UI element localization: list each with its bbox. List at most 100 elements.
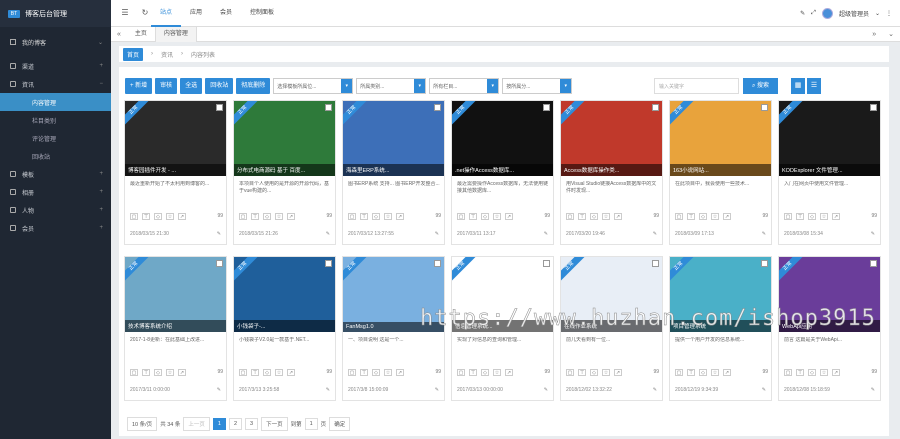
sidebar-item-members[interactable]: 会员 + xyxy=(0,219,111,237)
edit-icon[interactable]: ✎ xyxy=(217,387,221,393)
logo[interactable]: BT 博客后台管理 xyxy=(0,0,111,27)
content-card[interactable]: 正常 KODExplorer 文件管理... 入门在网页中使用文件管理... ▢ ⊤ ◇ ☆… xyxy=(778,100,881,245)
filter-group-select[interactable]: 按所属分... ▾ xyxy=(502,78,573,94)
page-1-button[interactable]: 1 xyxy=(212,418,226,430)
top-icon[interactable]: ⊤ xyxy=(796,369,804,376)
thumbnail[interactable]: 正常 KODExplorer 文件管理... xyxy=(779,101,880,176)
share-icon[interactable]: ↗ xyxy=(287,369,295,376)
edit-icon[interactable]: ✎ xyxy=(653,231,657,237)
top-icon[interactable]: ⊤ xyxy=(687,369,695,376)
fullscreen-icon[interactable]: ⤢ xyxy=(811,10,816,17)
like-icon[interactable]: ◇ xyxy=(590,369,598,376)
share-icon[interactable]: ↗ xyxy=(178,369,186,376)
top-icon[interactable]: ⊤ xyxy=(578,369,586,376)
share-icon[interactable]: ↗ xyxy=(396,369,404,376)
share-icon[interactable]: ↗ xyxy=(178,213,186,220)
page-3-button[interactable]: 3 xyxy=(245,418,259,430)
thumbnail[interactable]: 正常 海森里ERP系统... xyxy=(343,101,444,176)
tab-content-manage[interactable]: 内容管理 xyxy=(154,26,197,42)
content-card[interactable]: 正常 海森里ERP系统... 图书ERP系统 支持... 图书ERP开发整合... ▢… xyxy=(342,100,445,245)
card-title[interactable]: 技术博客系统介绍 xyxy=(125,320,226,332)
star-icon[interactable]: ☆ xyxy=(166,369,174,376)
star-icon[interactable]: ☆ xyxy=(711,213,719,220)
comment-icon[interactable]: ▢ xyxy=(566,369,574,376)
edit-icon[interactable]: ✎ xyxy=(762,387,766,393)
like-icon[interactable]: ◇ xyxy=(154,369,162,376)
edit-icon[interactable]: ✎ xyxy=(217,231,221,237)
share-icon[interactable]: ↗ xyxy=(614,213,622,220)
card-checkbox[interactable] xyxy=(325,260,332,267)
tab-options-icon[interactable]: ⌄ xyxy=(882,30,900,38)
tab-scroll-right-icon[interactable]: » xyxy=(866,31,882,38)
share-icon[interactable]: ↗ xyxy=(287,213,295,220)
card-checkbox[interactable] xyxy=(543,104,550,111)
top-icon[interactable]: ⊤ xyxy=(578,213,586,220)
card-checkbox[interactable] xyxy=(652,260,659,267)
edit-icon[interactable]: ✎ xyxy=(653,387,657,393)
add-button[interactable]: + 新增 xyxy=(125,78,153,94)
card-checkbox[interactable] xyxy=(652,104,659,111)
edit-icon[interactable]: ✎ xyxy=(762,231,766,237)
card-checkbox[interactable] xyxy=(870,260,877,267)
edit-icon[interactable]: ✎ xyxy=(871,231,875,237)
delete-button[interactable]: 彻底删除 xyxy=(236,78,271,94)
edit-icon[interactable]: ✎ xyxy=(435,387,439,393)
content-card[interactable]: 正常 小钱袋子-... 小钱袋子V2.0是一款基于.NET... ▢ ⊤ ◇ ☆ ↗ 99 201… xyxy=(233,256,336,401)
user-section[interactable]: 我的博客 ⌄ xyxy=(0,27,111,57)
goto-page-input[interactable]: 1 xyxy=(304,418,318,430)
tab-scroll-left-icon[interactable]: « xyxy=(111,31,127,38)
share-icon[interactable]: ↗ xyxy=(505,213,513,220)
topnav-control-panel[interactable]: 控制面板 xyxy=(241,0,283,27)
recycle-button[interactable]: 回收站 xyxy=(205,78,234,94)
edit-icon[interactable]: ✎ xyxy=(326,231,330,237)
card-checkbox[interactable] xyxy=(434,104,441,111)
sidebar-item-template[interactable]: 模板 + xyxy=(0,165,111,183)
sidebar-item-comments[interactable]: 评论管理 xyxy=(0,129,111,147)
card-checkbox[interactable] xyxy=(870,104,877,111)
share-icon[interactable]: ↗ xyxy=(723,213,731,220)
card-checkbox[interactable] xyxy=(216,260,223,267)
edit-icon[interactable]: ✎ xyxy=(544,387,548,393)
sidebar-item-content-manage[interactable]: 内容管理 xyxy=(0,93,111,111)
sidebar-item-news[interactable]: 資讯 − xyxy=(0,75,111,93)
page-size-select[interactable]: 10 条/页 xyxy=(127,417,158,431)
star-icon[interactable]: ☆ xyxy=(820,213,828,220)
more-icon[interactable]: ⋮ xyxy=(886,10,892,17)
filter-column-select[interactable]: 所有栏目... ▾ xyxy=(429,78,500,94)
comment-icon[interactable]: ▢ xyxy=(566,213,574,220)
star-icon[interactable]: ☆ xyxy=(166,213,174,220)
comment-icon[interactable]: ▢ xyxy=(130,369,138,376)
comment-icon[interactable]: ▢ xyxy=(675,213,683,220)
content-card[interactable]: 正常 分布式电商源码 基于 百度... 本项目个人使用的是开源的开源代码，基于vue… xyxy=(233,100,336,245)
card-checkbox[interactable] xyxy=(543,260,550,267)
star-icon[interactable]: ☆ xyxy=(711,369,719,376)
sidebar-item-channel[interactable]: 渠道 + xyxy=(0,57,111,75)
like-icon[interactable]: ◇ xyxy=(808,213,816,220)
like-icon[interactable]: ◇ xyxy=(699,213,707,220)
like-icon[interactable]: ◇ xyxy=(699,369,707,376)
comment-icon[interactable]: ▢ xyxy=(457,369,465,376)
comment-icon[interactable]: ▢ xyxy=(457,213,465,220)
topnav-site[interactable]: 站点 xyxy=(151,0,182,27)
star-icon[interactable]: ☆ xyxy=(275,369,283,376)
card-title[interactable]: 博客园插件开发 - ... xyxy=(125,164,226,176)
sidebar-item-people[interactable]: 人物 + xyxy=(0,201,111,219)
comment-icon[interactable]: ▢ xyxy=(784,369,792,376)
star-icon[interactable]: ☆ xyxy=(820,369,828,376)
thumbnail[interactable]: 正常 博客园插件开发 - ... xyxy=(125,101,226,176)
filter-category-select[interactable]: 所属类别... ▾ xyxy=(356,78,427,94)
like-icon[interactable]: ◇ xyxy=(481,369,489,376)
tab-home[interactable]: 主页 xyxy=(127,27,155,42)
chevron-down-icon[interactable]: ⌄ xyxy=(875,10,880,17)
avatar[interactable] xyxy=(821,7,833,19)
card-title[interactable]: .net操作Access数据库... xyxy=(452,164,553,176)
thumbnail[interactable]: 正常 技术博客系统介绍 xyxy=(125,257,226,332)
comment-icon[interactable]: ▢ xyxy=(239,369,247,376)
card-title[interactable]: 海森里ERP系统... xyxy=(343,164,444,176)
sidebar-item-recycle[interactable]: 回收站 xyxy=(0,147,111,165)
audit-button[interactable]: 审核 xyxy=(155,78,178,94)
top-icon[interactable]: ⊤ xyxy=(796,213,804,220)
edit-icon[interactable]: ✎ xyxy=(326,387,330,393)
prev-page-button[interactable]: 上一页 xyxy=(183,417,210,431)
next-page-button[interactable]: 下一页 xyxy=(261,417,288,431)
